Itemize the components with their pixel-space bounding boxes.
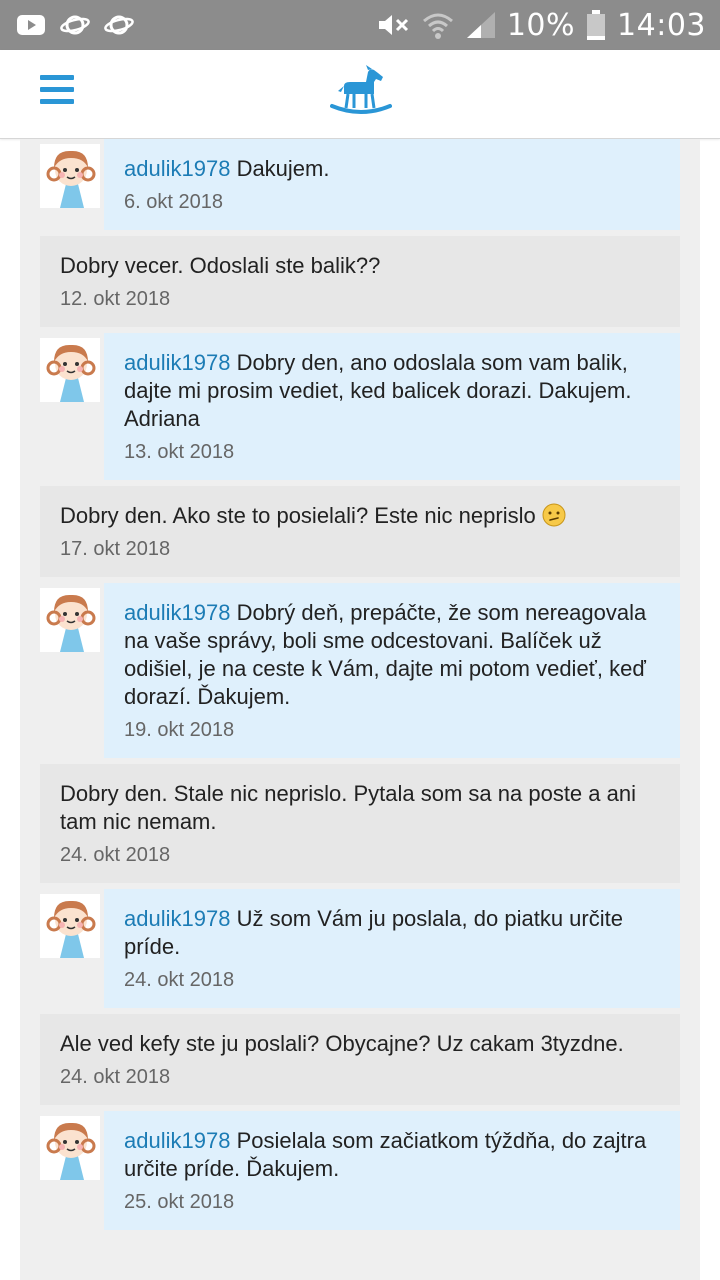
- youtube-notification-icon: [17, 15, 45, 35]
- message-text: adulik1978 Dobrý deň, prepáčte, že som n…: [124, 599, 660, 711]
- message-date: 13. okt 2018: [124, 441, 235, 463]
- message-text: Dobry den. Stale nic neprislo. Pytala so…: [60, 780, 660, 836]
- signal-icon: [466, 12, 495, 38]
- username-link[interactable]: adulik1978: [124, 1128, 230, 1153]
- message-outgoing: adulik1978 Posielala som začiatkom týždň…: [40, 1111, 680, 1230]
- wifi-icon: [422, 13, 453, 39]
- app-bar: [0, 50, 720, 139]
- confused-face-emoji-icon: [542, 503, 566, 527]
- message-date: 25. okt 2018: [124, 1191, 235, 1213]
- status-bar: 10% 14:03: [0, 0, 720, 50]
- battery-icon: [587, 10, 606, 40]
- message-text: Ale ved kefy ste ju poslali? Obycajne? U…: [60, 1030, 660, 1058]
- message-text: adulik1978 Posielala som začiatkom týždň…: [124, 1127, 660, 1183]
- message-date: 12. okt 2018: [60, 288, 171, 310]
- message-text: adulik1978 Už som Vám ju poslala, do pia…: [124, 905, 660, 961]
- message-incoming: Dobry den. Stale nic neprislo. Pytala so…: [40, 764, 680, 883]
- username-link[interactable]: adulik1978: [124, 906, 230, 931]
- message-body: Dobry den. Ako ste to posielali? Este ni…: [60, 503, 536, 528]
- message-text: Dobry vecer. Odoslali ste balik??: [60, 252, 660, 280]
- avatar-icon[interactable]: [40, 144, 100, 208]
- clock: 14:03: [617, 7, 706, 43]
- hamburger-menu-icon[interactable]: [40, 75, 74, 111]
- avatar-icon[interactable]: [40, 588, 100, 652]
- username-link[interactable]: adulik1978: [124, 156, 230, 181]
- message-outgoing: adulik1978 Dobrý deň, prepáčte, že som n…: [40, 583, 680, 758]
- message-date: 6. okt 2018: [124, 191, 223, 213]
- message-text: Dobry den. Ako ste to posielali? Este ni…: [60, 502, 660, 530]
- avatar-icon[interactable]: [40, 338, 100, 402]
- rocking-horse-logo-icon[interactable]: [330, 64, 392, 120]
- username-link[interactable]: adulik1978: [124, 600, 230, 625]
- message-outgoing: adulik1978 Dakujem. 6. okt 2018: [40, 139, 680, 230]
- mute-icon: [378, 15, 408, 35]
- message-body: Dobry den. Stale nic neprislo. Pytala so…: [60, 781, 636, 834]
- message-thread: adulik1978 Dakujem. 6. okt 2018 Dobry vece…: [40, 139, 680, 1236]
- message-text: adulik1978 Dakujem.: [124, 155, 660, 183]
- message-body: Dobry vecer. Odoslali ste balik??: [60, 253, 381, 278]
- message-date: 24. okt 2018: [60, 1066, 171, 1088]
- message-date: 19. okt 2018: [124, 719, 235, 741]
- message-outgoing: adulik1978 Už som Vám ju poslala, do pia…: [40, 889, 680, 1008]
- message-body: Ale ved kefy ste ju poslali? Obycajne? U…: [60, 1031, 624, 1056]
- message-incoming: Dobry vecer. Odoslali ste balik?? 12. okt…: [40, 236, 680, 327]
- message-incoming: Ale ved kefy ste ju poslali? Obycajne? U…: [40, 1014, 680, 1105]
- planet-notification-icon: [60, 15, 90, 35]
- message-date: 17. okt 2018: [60, 538, 171, 560]
- avatar-icon[interactable]: [40, 1116, 100, 1180]
- avatar-icon[interactable]: [40, 894, 100, 958]
- planet-notification-icon-2: [104, 15, 134, 35]
- message-outgoing: adulik1978 Dobry den, ano odoslala som v…: [40, 333, 680, 480]
- username-link[interactable]: adulik1978: [124, 350, 230, 375]
- message-body: Dakujem.: [236, 156, 330, 181]
- message-text: adulik1978 Dobry den, ano odoslala som v…: [124, 349, 660, 433]
- message-date: 24. okt 2018: [60, 844, 171, 866]
- battery-percent: 10%: [506, 7, 576, 43]
- message-incoming: Dobry den. Ako ste to posielali? Este ni…: [40, 486, 680, 577]
- message-date: 24. okt 2018: [124, 969, 235, 991]
